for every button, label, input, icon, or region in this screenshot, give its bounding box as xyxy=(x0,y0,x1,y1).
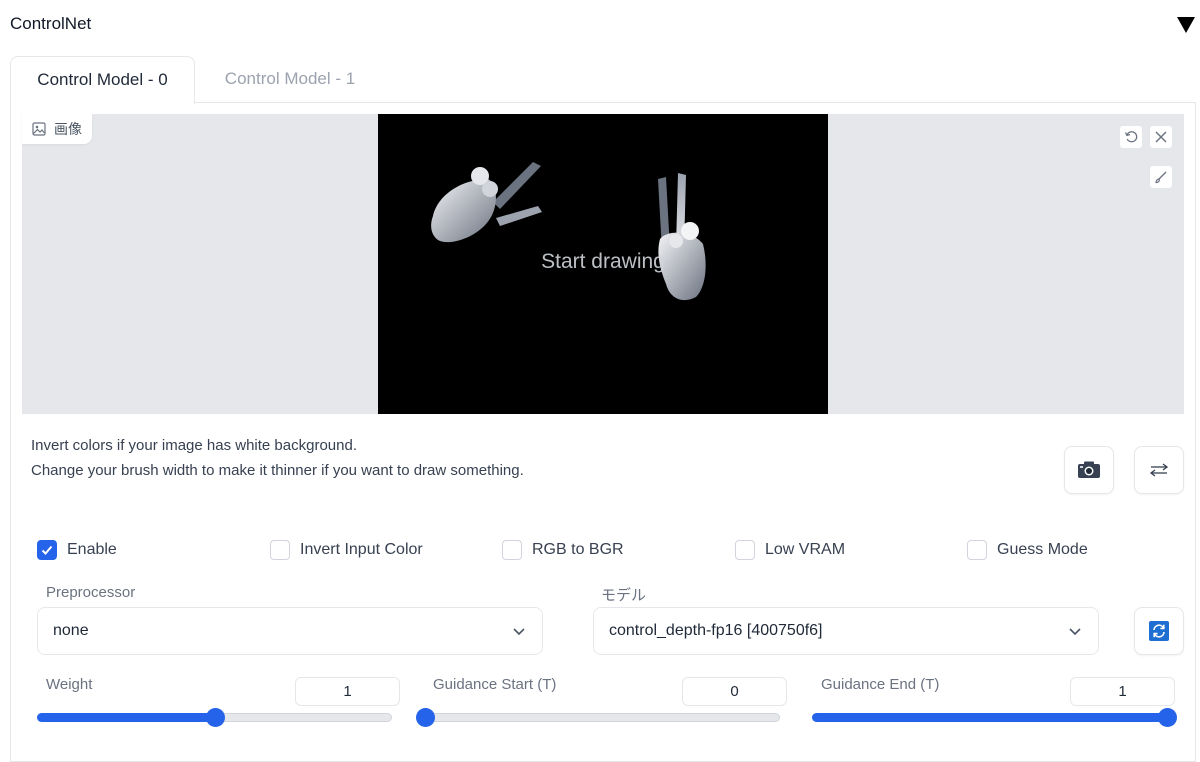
control-model-tabs: Control Model - 0 Control Model - 1 xyxy=(10,56,1196,104)
invert-input-color-checkbox[interactable]: Invert Input Color xyxy=(270,538,423,562)
image-label: 画像 xyxy=(22,114,92,144)
checkbox-label: Invert Input Color xyxy=(300,541,423,558)
enable-checkbox[interactable]: Enable xyxy=(37,538,117,562)
refresh-models-button[interactable] xyxy=(1134,607,1184,655)
refresh-icon xyxy=(1149,621,1169,641)
guidance-end-input[interactable] xyxy=(1070,677,1175,706)
checkbox-label: Low VRAM xyxy=(765,541,846,558)
guidance-end-label: Guidance End (T) xyxy=(821,676,940,693)
undo-button[interactable] xyxy=(1119,125,1143,149)
guidance-start-label: Guidance Start (T) xyxy=(433,676,557,693)
close-icon xyxy=(1155,131,1167,143)
rgb-to-bgr-checkbox[interactable]: RGB to BGR xyxy=(502,538,624,562)
checkbox-label: Enable xyxy=(67,541,117,558)
weight-label: Weight xyxy=(46,676,93,693)
undo-icon xyxy=(1124,131,1138,143)
chevron-down-icon xyxy=(1069,628,1081,636)
swap-button[interactable] xyxy=(1134,446,1184,494)
checkbox-box[interactable] xyxy=(270,540,290,560)
canvas-placeholder: Start drawing xyxy=(541,250,665,273)
slider-thumb[interactable] xyxy=(205,708,225,727)
slider-thumb[interactable] xyxy=(1158,708,1177,727)
slider-thumb[interactable] xyxy=(416,708,435,727)
model-label: モデル xyxy=(601,587,647,604)
brush-icon xyxy=(1155,171,1167,184)
checkbox-box[interactable] xyxy=(502,540,522,560)
brush-button[interactable] xyxy=(1149,165,1173,189)
checkbox-box[interactable] xyxy=(967,540,987,560)
drawing-canvas[interactable]: Start drawing xyxy=(378,114,828,414)
weight-input[interactable] xyxy=(295,677,400,706)
guidance-start-input[interactable] xyxy=(682,677,787,706)
preprocessor-label: Preprocessor xyxy=(46,584,136,601)
hint-invert-colors: Invert colors if your image has white ba… xyxy=(31,437,357,454)
camera-icon xyxy=(1078,461,1100,478)
model-dropdown[interactable]: control_depth-fp16 [400750f6] xyxy=(593,607,1099,655)
section-title: ControlNet xyxy=(10,14,92,33)
slider-track xyxy=(425,713,780,722)
guidance-end-slider[interactable] xyxy=(812,706,1177,727)
checkmark-icon xyxy=(41,545,53,555)
hint-brush-width: Change your brush width to make it thinn… xyxy=(31,462,524,479)
guess-mode-checkbox[interactable]: Guess Mode xyxy=(967,538,1088,562)
low-vram-checkbox[interactable]: Low VRAM xyxy=(735,538,845,562)
triangle-down-icon[interactable] xyxy=(1176,16,1196,34)
tab-control-model-0[interactable]: Control Model - 0 xyxy=(10,56,195,104)
controlnet-header[interactable]: ControlNet xyxy=(0,0,1200,50)
slider-fill xyxy=(37,713,215,722)
slider-fill xyxy=(812,713,1167,722)
checkbox-label: RGB to BGR xyxy=(532,541,624,558)
chevron-down-icon xyxy=(513,628,525,636)
checkbox-label: Guess Mode xyxy=(997,541,1088,558)
preprocessor-dropdown[interactable]: none xyxy=(37,607,543,655)
model-value: control_depth-fp16 [400750f6] xyxy=(609,622,823,639)
webcam-button[interactable] xyxy=(1064,446,1114,494)
clear-button[interactable] xyxy=(1149,125,1173,149)
checkbox-box[interactable] xyxy=(735,540,755,560)
checkbox-box[interactable] xyxy=(37,540,57,560)
swap-arrows-icon xyxy=(1149,463,1169,477)
tab-control-model-1[interactable]: Control Model - 1 xyxy=(200,56,380,104)
preprocessor-value: none xyxy=(53,622,89,639)
guidance-start-slider[interactable] xyxy=(416,706,780,727)
image-label-text: 画像 xyxy=(54,121,82,137)
image-icon xyxy=(32,122,46,136)
weight-slider[interactable] xyxy=(37,706,392,727)
